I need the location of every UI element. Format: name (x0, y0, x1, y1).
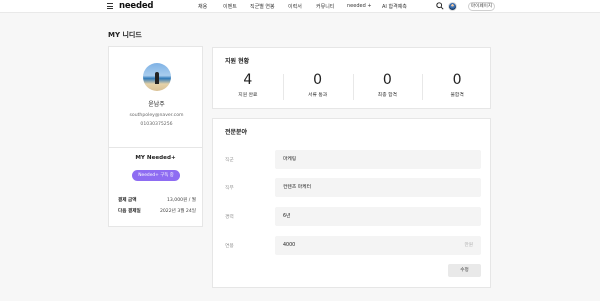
salary-label: 연봉 (225, 244, 234, 249)
status-label: 서류 통과 (308, 93, 328, 98)
expertise-card: 전문분야 직군 마케팅 직무 컨텐츠 마케터 경력 6년 연봉 4000 만원 … (212, 118, 491, 288)
page-title: MY 니디드 (108, 31, 142, 39)
needed-plus-title: MY Needed+ (135, 155, 176, 161)
job-role-field[interactable]: 컨텐츠 마케터 (275, 178, 481, 197)
job-group-value: 마케팅 (283, 157, 297, 162)
nav-item-events[interactable]: 이벤트 (223, 3, 237, 10)
profile-email: southpoley@naver.com (129, 113, 184, 118)
status-label: 최종 합격 (377, 93, 397, 98)
job-group-label: 직군 (225, 158, 234, 163)
career-field[interactable]: 6년 (275, 207, 481, 226)
hamburger-menu-icon[interactable] (107, 3, 113, 9)
job-role-label: 직무 (225, 186, 234, 191)
expertise-title: 전문분야 (225, 129, 248, 136)
logo[interactable]: needed (119, 1, 154, 11)
job-group-field[interactable]: 마케팅 (275, 150, 481, 169)
salary-unit: 만원 (464, 243, 473, 248)
nav-item-needed-plus[interactable]: needed + (347, 3, 372, 9)
payment-amount-value: 13,000원 / 월 (167, 198, 196, 203)
status-row: 4 지원 완료 0 서류 통과 0 최종 합격 0 불합격 (213, 70, 492, 104)
profile-phone: 01030375256 (140, 122, 173, 127)
top-header: needed 채용 이벤트 직군별 연봉 이력서 커뮤니티 needed + A… (0, 0, 600, 13)
application-status-card: 지원 현황 4 지원 완료 0 서류 통과 0 최종 합격 0 불합격 (212, 47, 491, 109)
next-payment-value: 2022년 3월 24일 (159, 209, 196, 214)
salary-value: 4000 (283, 243, 296, 248)
profile-card: 윤남주 southpoley@naver.com 01030375256 MY … (108, 46, 203, 227)
status-label: 불합격 (450, 93, 464, 98)
payment-amount-label: 결제 금액 (118, 198, 137, 203)
status-count: 4 (243, 72, 253, 88)
mypage-button[interactable]: 마이페이지 (468, 2, 495, 11)
status-count: 0 (382, 72, 392, 88)
status-final-passed[interactable]: 0 최종 합격 (352, 70, 423, 104)
status-count: 0 (313, 72, 323, 88)
career-label: 경력 (225, 215, 234, 220)
status-document-passed[interactable]: 0 서류 통과 (282, 70, 353, 104)
profile-photo (143, 63, 171, 91)
needed-plus-subscribe-button[interactable]: Needed+ 구독 중 (132, 170, 180, 181)
status-title: 지원 현황 (225, 58, 250, 65)
search-icon[interactable] (436, 2, 444, 10)
divider (109, 147, 202, 148)
status-rejected[interactable]: 0 불합격 (422, 70, 492, 104)
nav-item-community[interactable]: 커뮤니티 (316, 3, 334, 10)
job-role-value: 컨텐츠 마케터 (283, 185, 312, 190)
nav-item-resume[interactable]: 이력서 (288, 3, 302, 10)
next-payment-label: 다음 결제일 (118, 209, 141, 214)
status-count: 0 (452, 72, 462, 88)
user-avatar[interactable] (448, 2, 457, 11)
profile-name: 윤남주 (148, 101, 165, 108)
edit-button[interactable]: 수정 (448, 264, 481, 277)
status-label: 지원 완료 (238, 93, 258, 98)
status-applied[interactable]: 4 지원 완료 (213, 70, 283, 104)
nav-item-jobs[interactable]: 채용 (198, 3, 207, 10)
nav-item-ai-predict[interactable]: AI 합격예측 (382, 3, 407, 10)
nav-item-salary[interactable]: 직군별 연봉 (250, 3, 275, 10)
career-value: 6년 (283, 214, 291, 219)
salary-field[interactable]: 4000 만원 (275, 236, 481, 255)
